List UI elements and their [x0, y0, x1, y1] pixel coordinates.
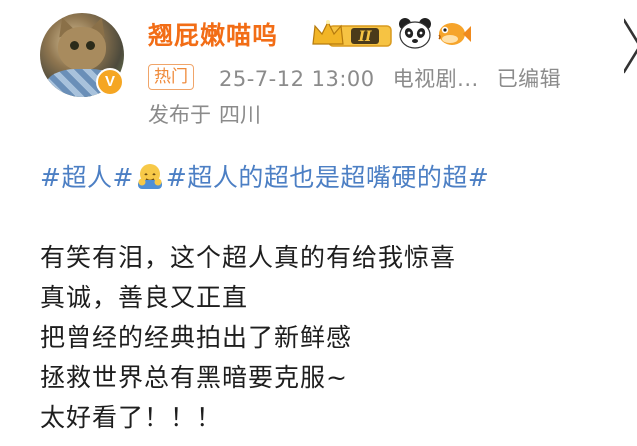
hashtag-link[interactable]: #超人# [40, 163, 134, 192]
avatar-cat-face [58, 27, 106, 71]
level-badge-text: II [357, 29, 372, 45]
post-text-line: 真诚，善良又正直 [40, 283, 249, 312]
post-text-line: 把曾经的经典拍出了新鲜感 [40, 323, 353, 352]
post-body: 有笑有泪，这个超人真的有给我惊喜 真诚，善良又正直 把曾经的经典拍出了新鲜感 拯… [40, 238, 630, 438]
edited-label[interactable]: 已编辑 [497, 67, 562, 91]
username[interactable]: 翘屁嫩喵呜 [148, 16, 278, 52]
weibo-post: V 翘屁嫩喵呜 II 热门 25-7-12 13:00 电视剧... 已编辑 发布于… [0, 0, 637, 446]
crown-level-badge-icon[interactable]: II [311, 18, 393, 48]
panda-icon[interactable] [398, 17, 432, 49]
close-icon[interactable] [624, 16, 637, 74]
hashtag-link[interactable]: #超人的超也是超嘴硬的超# [166, 163, 489, 192]
post-location: 发布于 四川 [148, 99, 261, 129]
post-timestamp: 25-7-12 13:00 [219, 67, 375, 91]
location-label: 发布于 [148, 103, 211, 127]
post-meta: 25-7-12 13:00 电视剧... 已编辑 [219, 63, 561, 93]
post-text-line: 拯救世界总有黑暗要克服~ [40, 363, 348, 392]
hug-emoji-icon [137, 164, 162, 189]
pufferfish-icon[interactable] [436, 20, 472, 48]
hot-tag[interactable]: 热门 [148, 64, 194, 90]
post-text-line: 有笑有泪，这个超人真的有给我惊喜 [40, 243, 457, 272]
location-value: 四川 [219, 103, 261, 127]
verified-v-icon: V [96, 68, 124, 96]
avatar-cat-eye [86, 41, 95, 50]
avatar-cat-eye [70, 41, 79, 50]
hashtag-line: #超人# #超人的超也是超嘴硬的超# [40, 158, 489, 194]
post-source[interactable]: 电视剧... [393, 67, 479, 91]
post-text-line: 太好看了！！！ [40, 403, 223, 432]
